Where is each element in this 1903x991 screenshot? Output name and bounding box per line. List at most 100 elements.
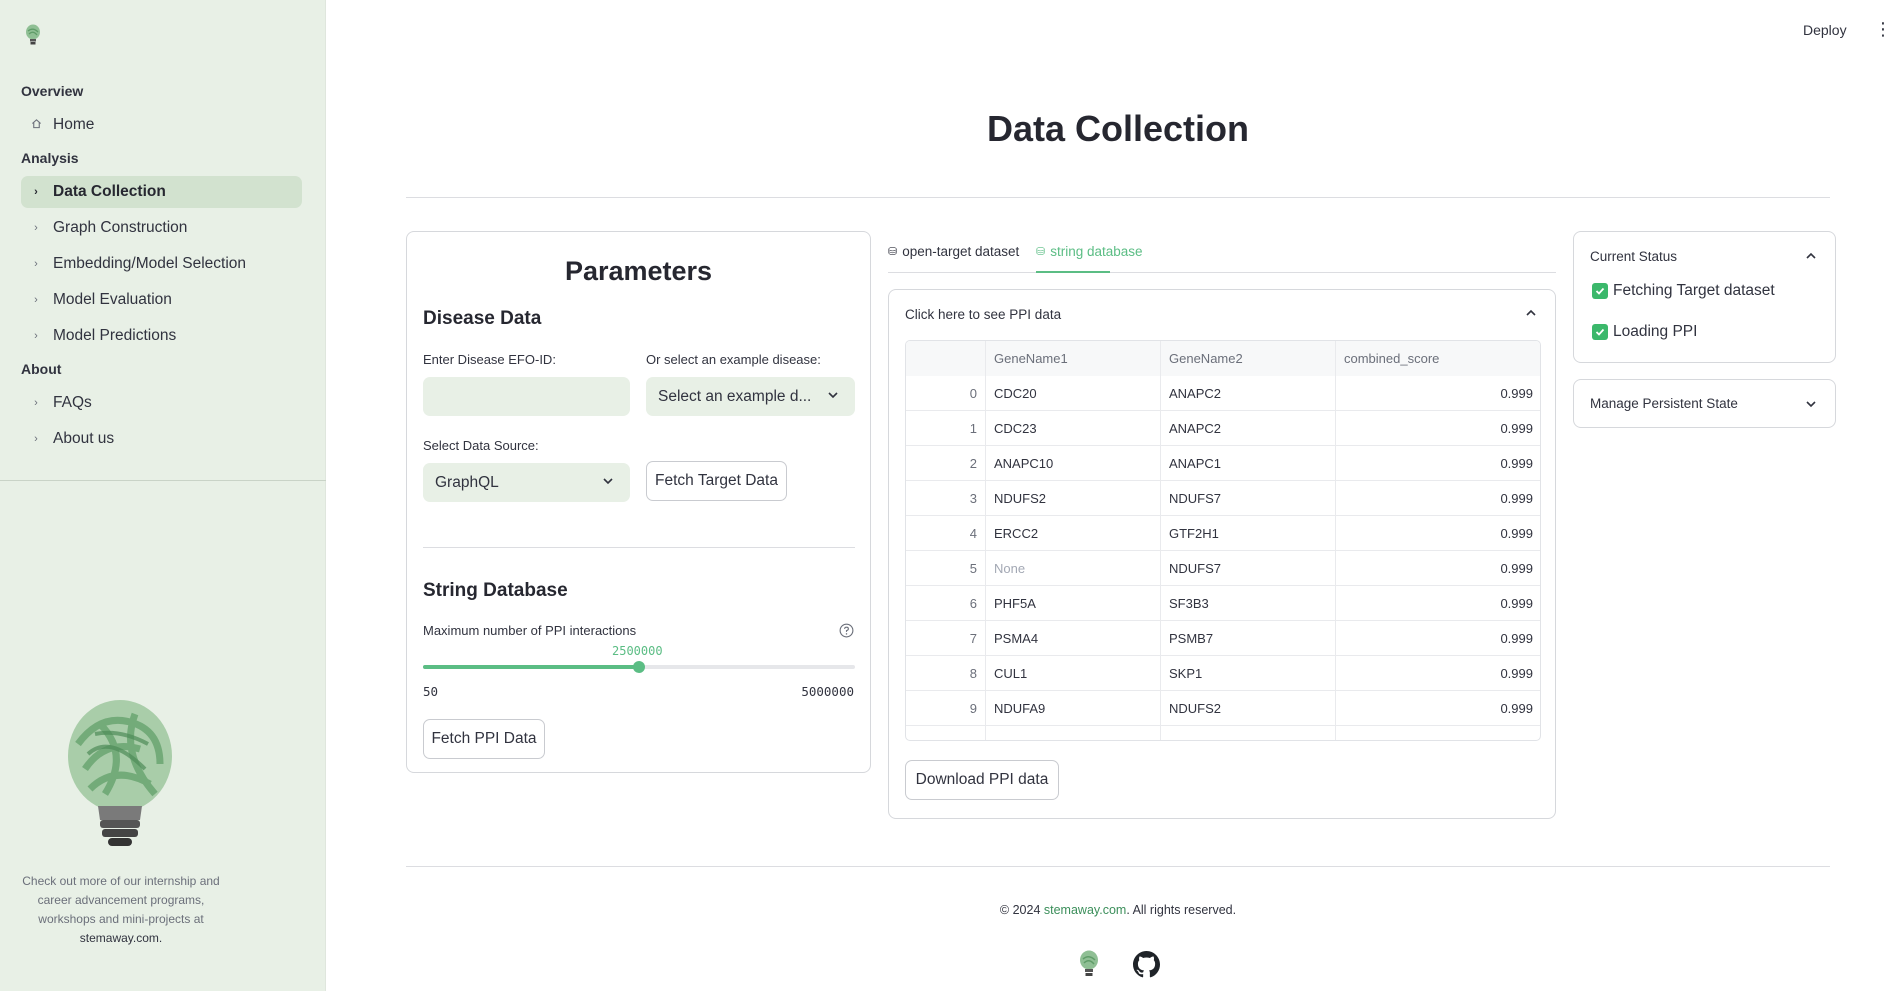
fetch-target-data-button[interactable]: Fetch Target Data [646, 461, 787, 501]
sidebar-item-home[interactable]: Home [21, 109, 302, 141]
table-row[interactable]: 4 ERCC2 GTF2H1 0.999 [906, 516, 1540, 551]
genename1-cell[interactable]: CUL1 [986, 656, 1161, 691]
download-ppi-data-button[interactable]: Download PPI data [905, 760, 1059, 800]
sidebar-section-overview: Overview [21, 83, 84, 99]
row-index-cell[interactable]: 9 [906, 691, 986, 726]
tab-string-database[interactable]: ⛁ string database [1036, 244, 1143, 259]
table-row[interactable]: 2 ANAPC10 ANAPC1 0.999 [906, 446, 1540, 481]
chevron-down-icon [603, 478, 613, 485]
manage-persistent-state-expander[interactable]: Manage Persistent State [1573, 379, 1836, 428]
combined-score-cell[interactable]: 0.999 [1336, 376, 1540, 411]
dataset-tabs: ⛁ open-target dataset ⛁ string database [888, 240, 1556, 273]
help-icon[interactable] [839, 623, 854, 638]
ppi-slider-thumb[interactable] [633, 661, 645, 673]
genename2-cell[interactable]: ANAPC1 [1161, 446, 1336, 481]
genename1-cell[interactable]: CDC23 [986, 411, 1161, 446]
fetch-ppi-data-button[interactable]: Fetch PPI Data [423, 719, 545, 759]
efo-id-input[interactable] [423, 377, 630, 416]
example-disease-select[interactable]: Select an example d... [646, 377, 855, 416]
sidebar-item-about-us[interactable]: › About us [21, 423, 302, 455]
row-index-cell[interactable]: 1 [906, 411, 986, 446]
stemaway-link[interactable]: stemaway.com. [80, 931, 162, 945]
genename2-cell[interactable]: ANAPC2 [1161, 376, 1336, 411]
genename1-cell[interactable]: NDUFS2 [986, 481, 1161, 516]
row-index-cell[interactable]: 7 [906, 621, 986, 656]
deploy-button[interactable]: Deploy [1803, 22, 1847, 38]
row-index-cell[interactable]: 2 [906, 446, 986, 481]
genename2-cell[interactable]: SKP1 [1161, 656, 1336, 691]
ppi-slider-value: 2500000 [612, 644, 663, 658]
footer-stemaway-logo-icon[interactable] [1078, 950, 1100, 980]
row-index-cell[interactable]: 3 [906, 481, 986, 516]
genename1-cell[interactable]: ANAPC10 [986, 446, 1161, 481]
combined-score-cell[interactable]: 0.999 [1336, 691, 1540, 726]
row-index-cell[interactable]: 0 [906, 376, 986, 411]
sidebar-item-model-evaluation[interactable]: › Model Evaluation [21, 284, 302, 316]
status-item-label: Fetching Target dataset [1613, 282, 1775, 299]
chevron-up-icon[interactable] [1803, 248, 1819, 264]
genename2-cell[interactable]: PSMB7 [1161, 621, 1336, 656]
column-header-combined-score[interactable]: combined_score [1336, 341, 1540, 376]
combined-score-cell[interactable]: 0.999 [1336, 621, 1540, 656]
combined-score-cell[interactable]: 0.999 [1336, 551, 1540, 586]
data-source-select[interactable]: GraphQL [423, 463, 630, 502]
genename1-cell[interactable]: NDUFA9 [986, 691, 1161, 726]
row-index-cell[interactable]: 4 [906, 516, 986, 551]
table-row[interactable]: 7 PSMA4 PSMB7 0.999 [906, 621, 1540, 656]
empty-cell [906, 726, 986, 740]
table-row[interactable]: 3 NDUFS2 NDUFS7 0.999 [906, 481, 1540, 516]
sidebar-item-data-collection[interactable]: › Data Collection [21, 176, 302, 208]
genename1-cell[interactable]: CDC20 [986, 376, 1161, 411]
table-row[interactable]: 8 CUL1 SKP1 0.999 [906, 656, 1540, 691]
genename2-cell[interactable]: NDUFS7 [1161, 551, 1336, 586]
genename1-cell[interactable]: PHF5A [986, 586, 1161, 621]
row-index-cell[interactable]: 8 [906, 656, 986, 691]
genename1-cell[interactable]: None [986, 551, 1161, 586]
footer-stemaway-link[interactable]: stemaway.com [1044, 903, 1126, 917]
github-icon[interactable] [1133, 951, 1160, 978]
sidebar-item-graph-construction[interactable]: › Graph Construction [21, 212, 302, 244]
genename2-cell[interactable]: NDUFS7 [1161, 481, 1336, 516]
sidebar-item-label: Data Collection [53, 183, 166, 200]
row-index-cell[interactable]: 6 [906, 586, 986, 621]
data-source-label: Select Data Source: [423, 438, 539, 453]
sidebar-item-label: Home [53, 116, 95, 133]
sidebar-section-analysis: Analysis [21, 150, 79, 166]
combined-score-cell[interactable]: 0.999 [1336, 446, 1540, 481]
ppi-data-table[interactable]: GeneName1 GeneName2 combined_score 0 CDC2… [905, 340, 1541, 741]
home-icon [29, 118, 43, 132]
table-row[interactable]: 9 NDUFA9 NDUFS2 0.999 [906, 691, 1540, 726]
column-header-genename1[interactable]: GeneName1 [986, 341, 1161, 376]
current-status-title[interactable]: Current Status [1590, 249, 1677, 264]
table-row[interactable]: 1 CDC23 ANAPC2 0.999 [906, 411, 1540, 446]
table-row[interactable]: 0 CDC20 ANAPC2 0.999 [906, 376, 1540, 411]
ppi-expander-header[interactable]: Click here to see PPI data [905, 307, 1061, 322]
genename2-cell[interactable]: NDUFS2 [1161, 691, 1336, 726]
combined-score-cell[interactable]: 0.999 [1336, 516, 1540, 551]
tab-open-target-dataset[interactable]: ⛁ open-target dataset [888, 244, 1019, 259]
row-index-cell[interactable]: 5 [906, 551, 986, 586]
chevron-up-icon[interactable] [1523, 305, 1539, 321]
genename1-cell[interactable]: PSMA4 [986, 621, 1161, 656]
genename2-cell[interactable]: GTF2H1 [1161, 516, 1336, 551]
table-header-row: GeneName1 GeneName2 combined_score [906, 341, 1540, 376]
column-header-genename2[interactable]: GeneName2 [1161, 341, 1336, 376]
genename2-cell[interactable]: ANAPC2 [1161, 411, 1336, 446]
ppi-slider-fill [423, 665, 639, 669]
ppi-slider[interactable] [423, 661, 855, 673]
stemaway-logo-icon[interactable] [24, 24, 42, 48]
sidebar-item-faqs[interactable]: › FAQs [21, 387, 302, 419]
sidebar-item-embedding-model-selection[interactable]: › Embedding/Model Selection [21, 248, 302, 280]
data-source-value: GraphQL [435, 473, 499, 491]
genename2-cell[interactable]: SF3B3 [1161, 586, 1336, 621]
sidebar-item-label: About us [53, 430, 115, 447]
combined-score-cell[interactable]: 0.999 [1336, 411, 1540, 446]
genename1-cell[interactable]: ERCC2 [986, 516, 1161, 551]
combined-score-cell[interactable]: 0.999 [1336, 586, 1540, 621]
kebab-menu-icon[interactable]: ⋮ [1874, 20, 1892, 38]
combined-score-cell[interactable]: 0.999 [1336, 656, 1540, 691]
table-row[interactable]: 5 None NDUFS7 0.999 [906, 551, 1540, 586]
table-row[interactable]: 6 PHF5A SF3B3 0.999 [906, 586, 1540, 621]
combined-score-cell[interactable]: 0.999 [1336, 481, 1540, 516]
sidebar-item-model-predictions[interactable]: › Model Predictions [21, 320, 302, 352]
